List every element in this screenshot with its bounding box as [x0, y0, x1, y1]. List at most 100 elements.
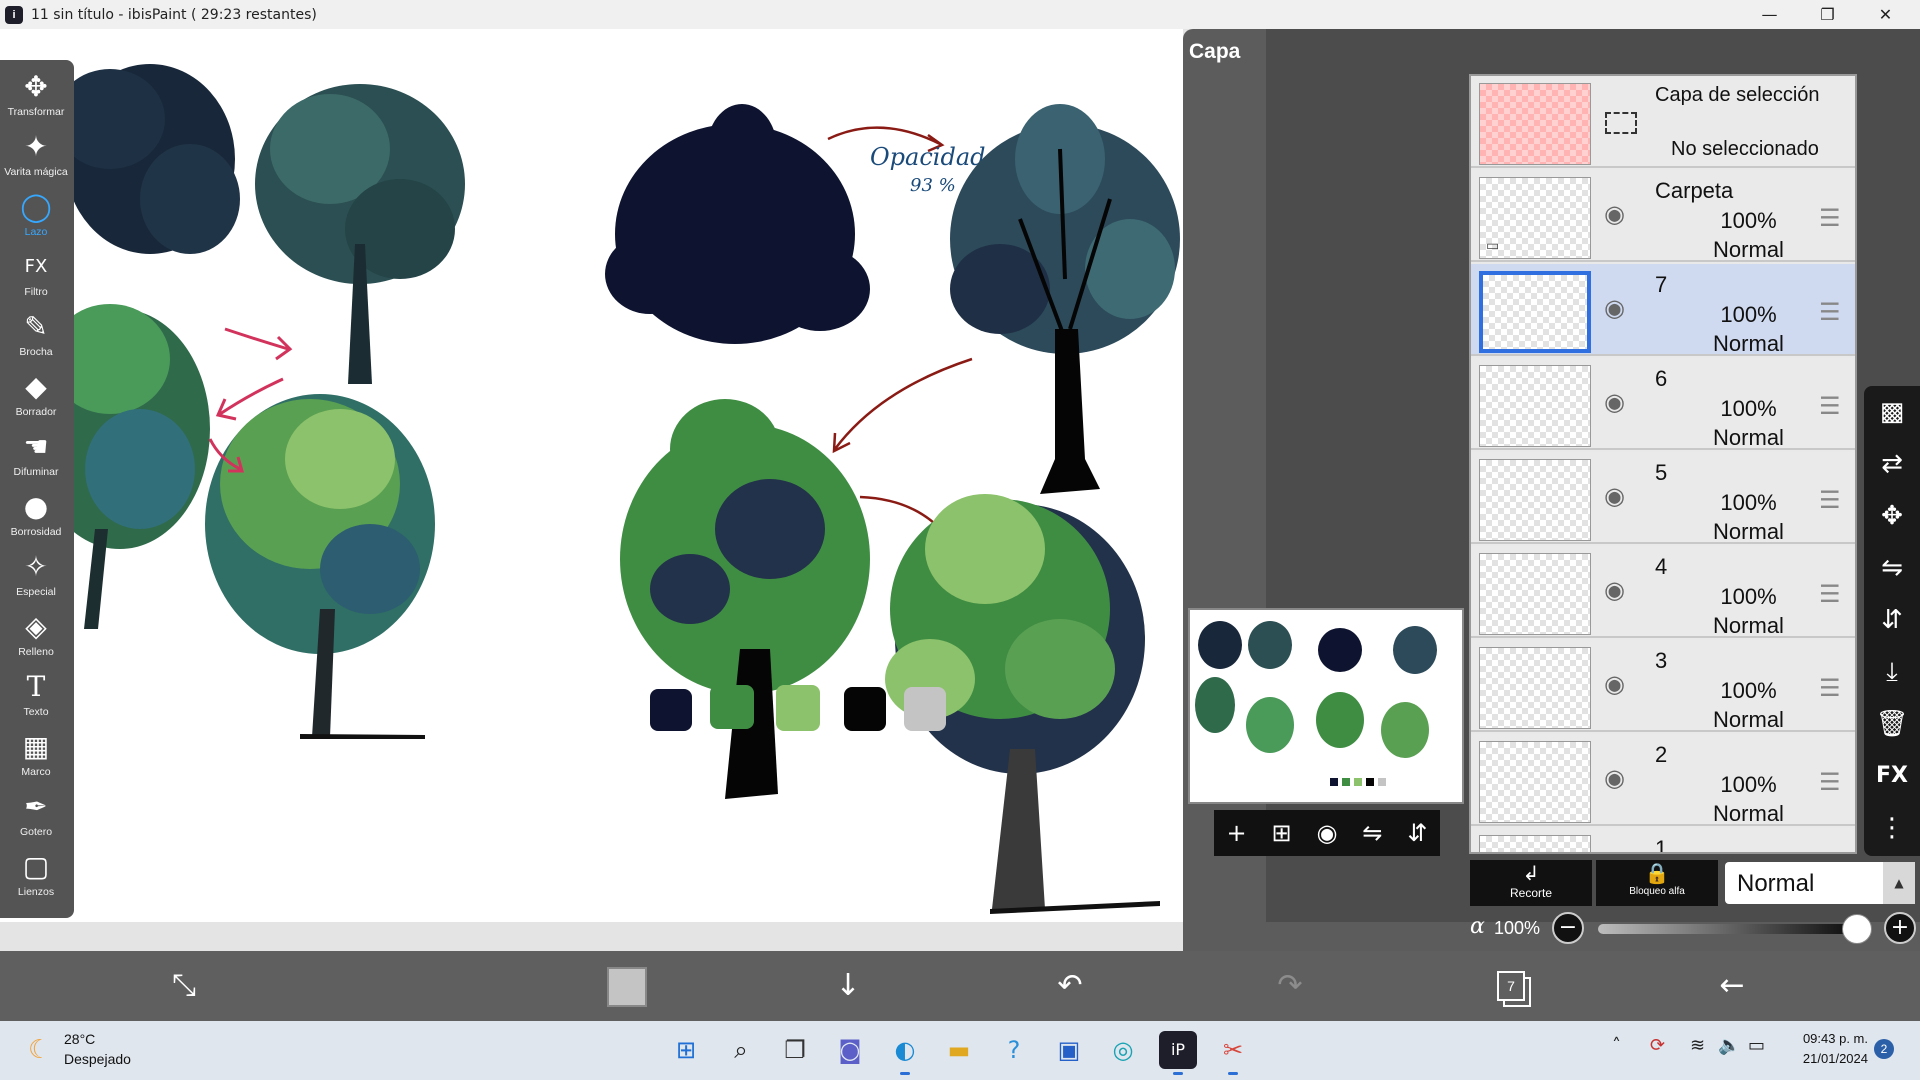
camera-app-icon[interactable]: ◎ [1104, 1031, 1142, 1069]
drag-handle-icon[interactable]: ☰ [1819, 486, 1841, 514]
drag-handle-icon[interactable]: ☰ [1819, 392, 1841, 420]
tool-bar: ✥ Transformar ✦ Varita mágica ◯ Lazo FX … [0, 60, 74, 918]
tool-fill[interactable]: ◈ Relleno [0, 608, 72, 668]
volume-icon[interactable]: 🔈 [1718, 1035, 1740, 1056]
drag-handle-icon[interactable]: ☰ [1819, 768, 1841, 796]
clipping-label: Recorte [1509, 886, 1553, 900]
layer-row-1[interactable]: 1 [1471, 828, 1855, 852]
alpha-lock-button[interactable]: 🔒 Bloqueo alfa [1596, 860, 1718, 906]
sync-icon[interactable]: ⟳ [1650, 1035, 1665, 1056]
drag-handle-icon[interactable]: ☰ [1819, 298, 1841, 326]
flip-vertical-icon[interactable]: ⇵ [1864, 594, 1920, 646]
search-icon[interactable]: ⌕ [722, 1031, 760, 1069]
tool-frame[interactable]: ▦ Marco [0, 728, 72, 788]
clock-date[interactable]: 21/01/2024 [1790, 1051, 1868, 1066]
brush-settings-icon[interactable]: ⤡ [144, 951, 224, 1021]
microsoft-store-icon[interactable]: ▣ [1050, 1031, 1088, 1069]
drag-handle-icon[interactable]: ☰ [1819, 204, 1841, 232]
layer-row-2[interactable]: ◉ 2 100% Normal ☰ [1471, 734, 1855, 826]
tree-teal-branches [950, 104, 1180, 494]
opacity-slider[interactable] [1598, 924, 1848, 934]
flip-horizontal-icon[interactable]: ⇋ [1864, 542, 1920, 594]
battery-icon[interactable]: ▭ [1748, 1035, 1765, 1056]
layer-list[interactable]: Capa de selección No seleccionado ▭ ◉ Ca… [1469, 74, 1857, 854]
visibility-eye-icon[interactable]: ◉ [1604, 388, 1625, 416]
tool-blur[interactable]: ● Borrosidad [0, 488, 72, 548]
weather-description[interactable]: Despejado [64, 1051, 131, 1067]
tool-canvas[interactable]: ▢ Lienzos [0, 848, 72, 908]
back-arrow-icon[interactable]: ← [1692, 951, 1772, 1021]
minimize-button[interactable]: — [1742, 0, 1797, 29]
redo-icon[interactable]: ↷ [1250, 951, 1330, 1021]
chevron-up-icon[interactable]: ˄ [1612, 1035, 1621, 1056]
selection-layer-row[interactable]: Capa de selección No seleccionado [1471, 76, 1855, 168]
opacity-increase-button[interactable]: + [1884, 912, 1916, 944]
opacity-decrease-button[interactable]: − [1552, 912, 1584, 944]
visibility-eye-icon[interactable]: ◉ [1604, 670, 1625, 698]
collapse-preview-icon[interactable]: ⇵ [1407, 819, 1427, 847]
layer-row-3[interactable]: ◉ 3 100% Normal ☰ [1471, 640, 1855, 732]
camera-icon[interactable]: ◉ [1317, 819, 1338, 847]
snipping-tool-icon[interactable]: ✂ [1214, 1031, 1252, 1075]
layer-row-7[interactable]: ◉ 7 100% Normal ☰ [1471, 264, 1855, 356]
visibility-eye-icon[interactable]: ◉ [1604, 576, 1625, 604]
visibility-eye-icon[interactable]: ◉ [1604, 482, 1625, 510]
visibility-eye-icon[interactable]: ◉ [1604, 200, 1625, 228]
selection-layer-title: Capa de selección [1655, 84, 1820, 106]
tool-filter[interactable]: FX Filtro [0, 248, 72, 308]
tool-brush[interactable]: ✎ Brocha [0, 308, 72, 368]
windows-start-icon[interactable]: ⊞ [667, 1031, 705, 1069]
download-arrow-icon[interactable]: ↓ [808, 951, 888, 1021]
merge-down-icon[interactable]: ⤓ [1864, 646, 1920, 698]
close-button[interactable]: ✕ [1858, 0, 1913, 29]
add-layer-icon[interactable]: + [1226, 819, 1246, 847]
canvas-artwork[interactable]: Opacidad 93 % [0, 29, 1183, 922]
move-layer-icon[interactable]: ✥ [1864, 490, 1920, 542]
canvas-preview[interactable] [1188, 608, 1464, 804]
visibility-eye-icon[interactable]: ◉ [1604, 764, 1625, 792]
tool-eyedropper[interactable]: ✒ Gotero [0, 788, 72, 848]
drag-handle-icon[interactable]: ☰ [1819, 580, 1841, 608]
tool-special[interactable]: ✧ Especial [0, 548, 72, 608]
tool-magic-wand[interactable]: ✦ Varita mágica [0, 128, 72, 188]
teams-chat-icon[interactable]: ◙ [831, 1031, 869, 1069]
tool-eraser[interactable]: ◆ Borrador [0, 368, 72, 428]
eraser-icon: ◆ [25, 370, 47, 403]
tool-lasso[interactable]: ◯ Lazo [0, 188, 72, 248]
edge-browser-icon[interactable]: ◐ [886, 1031, 924, 1075]
tool-transform[interactable]: ✥ Transformar [0, 68, 72, 128]
add-layer-square-icon[interactable]: ⊞ [1271, 819, 1291, 847]
layer-row-4[interactable]: ◉ 4 100% Normal ☰ [1471, 546, 1855, 638]
tool-text[interactable]: T Texto [0, 668, 72, 728]
undo-icon[interactable]: ↶ [1030, 951, 1110, 1021]
fx-layer-icon[interactable]: FX [1864, 750, 1920, 802]
blend-mode-select[interactable]: Normal ▲ [1725, 862, 1915, 904]
weather-temperature[interactable]: 28°C [64, 1031, 95, 1047]
tool-label: Texto [23, 706, 49, 718]
flip-preview-icon[interactable]: ⇋ [1362, 819, 1382, 847]
layers-count-button[interactable]: 7 [1497, 971, 1525, 1001]
clock-time[interactable]: 09:43 p. m. [1790, 1031, 1868, 1046]
tool-smudge[interactable]: ☚ Difuminar [0, 428, 72, 488]
layer-row-folder[interactable]: ▭ ◉ Carpeta 100% Normal ☰ [1471, 170, 1855, 262]
transparency-checker-icon[interactable]: ▩ [1864, 386, 1920, 438]
moon-weather-icon[interactable]: ☾ [28, 1035, 51, 1065]
layer-thumbnail [1479, 835, 1591, 852]
more-options-icon[interactable]: ⋮ [1864, 802, 1920, 854]
ibispaint-taskbar-icon[interactable]: iP [1159, 1031, 1197, 1075]
trash-icon[interactable]: 🗑 [1864, 698, 1920, 750]
visibility-eye-icon[interactable]: ◉ [1604, 294, 1625, 322]
layer-transfer-icon[interactable]: ⇄ [1864, 438, 1920, 490]
layer-row-6[interactable]: ◉ 6 100% Normal ☰ [1471, 358, 1855, 450]
file-explorer-icon[interactable]: ▬ [940, 1031, 978, 1069]
drag-handle-icon[interactable]: ☰ [1819, 674, 1841, 702]
notification-badge[interactable]: 2 [1874, 1039, 1894, 1059]
clipping-button[interactable]: ↲ Recorte [1470, 860, 1592, 906]
opacity-slider-knob[interactable] [1842, 914, 1872, 944]
layer-row-5[interactable]: ◉ 5 100% Normal ☰ [1471, 452, 1855, 544]
current-color-swatch[interactable] [607, 967, 647, 1007]
wifi-icon[interactable]: ≋ [1690, 1035, 1705, 1056]
restore-button[interactable]: ❐ [1800, 0, 1855, 29]
task-view-icon[interactable]: ❐ [776, 1031, 814, 1069]
help-app-icon[interactable]: ? [995, 1031, 1033, 1069]
